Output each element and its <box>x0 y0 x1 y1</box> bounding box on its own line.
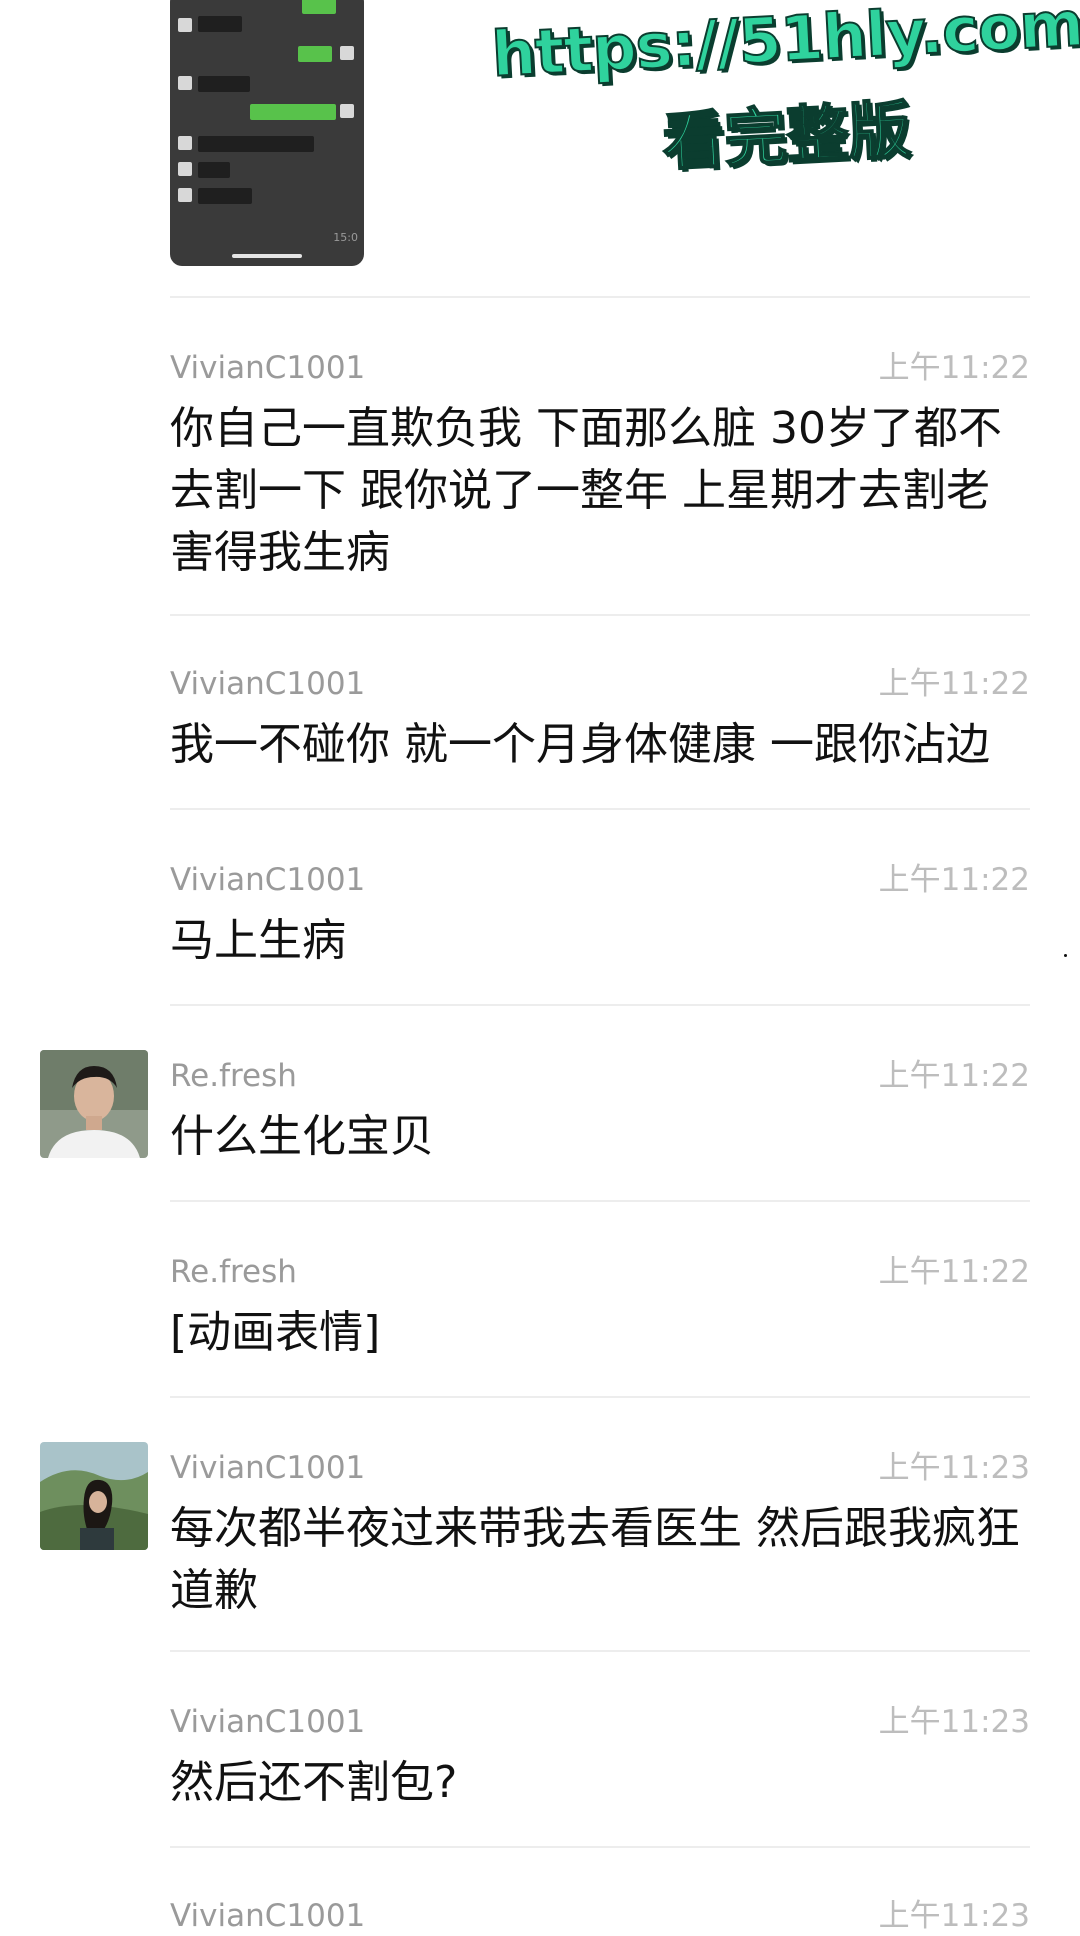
thumb-bubble <box>198 162 230 178</box>
thumb-avatar <box>178 136 192 150</box>
message-time: 上午11:22 <box>878 666 1030 702</box>
message-divider <box>170 808 1030 810</box>
message-item[interactable]: VivianC1001 上午11:22 我一不碰你 就一个月身体健康 一跟你沾边 <box>170 664 1030 776</box>
message-item[interactable]: VivianC1001 上午11:23 然后还不割包? <box>170 1702 1030 1814</box>
message-item[interactable]: VivianC1001 上午11:22 你自己一直欺负我 下面那么脏 30岁了都… <box>170 348 1030 584</box>
watermark-url: https://51hly.com <box>489 0 1080 92</box>
message-time: 上午11:22 <box>878 350 1030 386</box>
thumb-time: 15:0 <box>333 231 358 244</box>
thumb-bubble <box>198 136 314 152</box>
message-text: [动画表情] <box>170 1307 381 1358</box>
thumb-avatar <box>178 162 192 176</box>
message-item[interactable]: Re.fresh 上午11:22 [动画表情] <box>170 1252 1030 1364</box>
message-time: 上午11:22 <box>878 1058 1030 1094</box>
message-text: 你自己一直欺负我 下面那么脏 30岁了都不去割一下 跟你说了一整年 上星期才去割… <box>170 403 1002 578</box>
shared-screenshot-thumbnail[interactable]: 15:0 <box>170 0 364 266</box>
thumb-bubble <box>298 46 332 62</box>
message-item[interactable]: VivianC1001 上午11:22 马上生病 <box>170 860 1030 972</box>
watermark-subtitle: 看完整版 <box>660 92 913 180</box>
message-divider <box>170 1650 1030 1652</box>
message-text: 我一不碰你 就一个月身体健康 一跟你沾边 <box>170 719 990 770</box>
message-divider <box>170 1004 1030 1006</box>
thumb-bubble <box>198 188 252 204</box>
message-divider <box>170 296 1030 298</box>
thumb-avatar <box>340 46 354 60</box>
message-text: 然后还不割包? <box>170 1757 458 1808</box>
thumb-bubble <box>302 0 336 14</box>
message-text: 每次都半夜过来带我去看医生 然后跟我疯狂道歉 <box>170 1503 1020 1616</box>
message-time: 上午11:23 <box>878 1704 1030 1740</box>
thumb-home-indicator <box>232 254 302 258</box>
message-item[interactable]: Re.fresh 上午11:22 什么生化宝贝 <box>170 1056 1030 1168</box>
message-divider <box>170 1396 1030 1398</box>
message-time: 上午11:22 <box>878 1254 1030 1290</box>
thumb-avatar <box>178 76 192 90</box>
thumb-bubble <box>250 104 336 120</box>
edge-dot <box>1064 954 1067 957</box>
thumb-avatar <box>178 18 192 32</box>
avatar-woman-icon <box>40 1442 148 1550</box>
message-time: 上午11:23 <box>878 1898 1030 1934</box>
avatar-man-icon <box>40 1050 148 1158</box>
thumb-avatar <box>178 188 192 202</box>
avatar[interactable] <box>40 1050 148 1158</box>
message-divider <box>170 1200 1030 1202</box>
message-time: 上午11:23 <box>878 1450 1030 1486</box>
message-text: 什么生化宝贝 <box>170 1111 434 1162</box>
thumb-avatar <box>340 104 354 118</box>
message-divider <box>170 1846 1030 1848</box>
thumb-bubble <box>198 76 250 92</box>
message-divider <box>170 614 1030 616</box>
message-item[interactable]: VivianC1001 上午11:23 <box>170 1896 1030 1936</box>
message-time: 上午11:22 <box>878 862 1030 898</box>
avatar[interactable] <box>40 1442 148 1550</box>
message-text: 马上生病 <box>170 915 346 966</box>
thumb-bubble <box>198 16 242 32</box>
message-item[interactable]: VivianC1001 上午11:23 每次都半夜过来带我去看医生 然后跟我疯狂… <box>170 1448 1030 1622</box>
